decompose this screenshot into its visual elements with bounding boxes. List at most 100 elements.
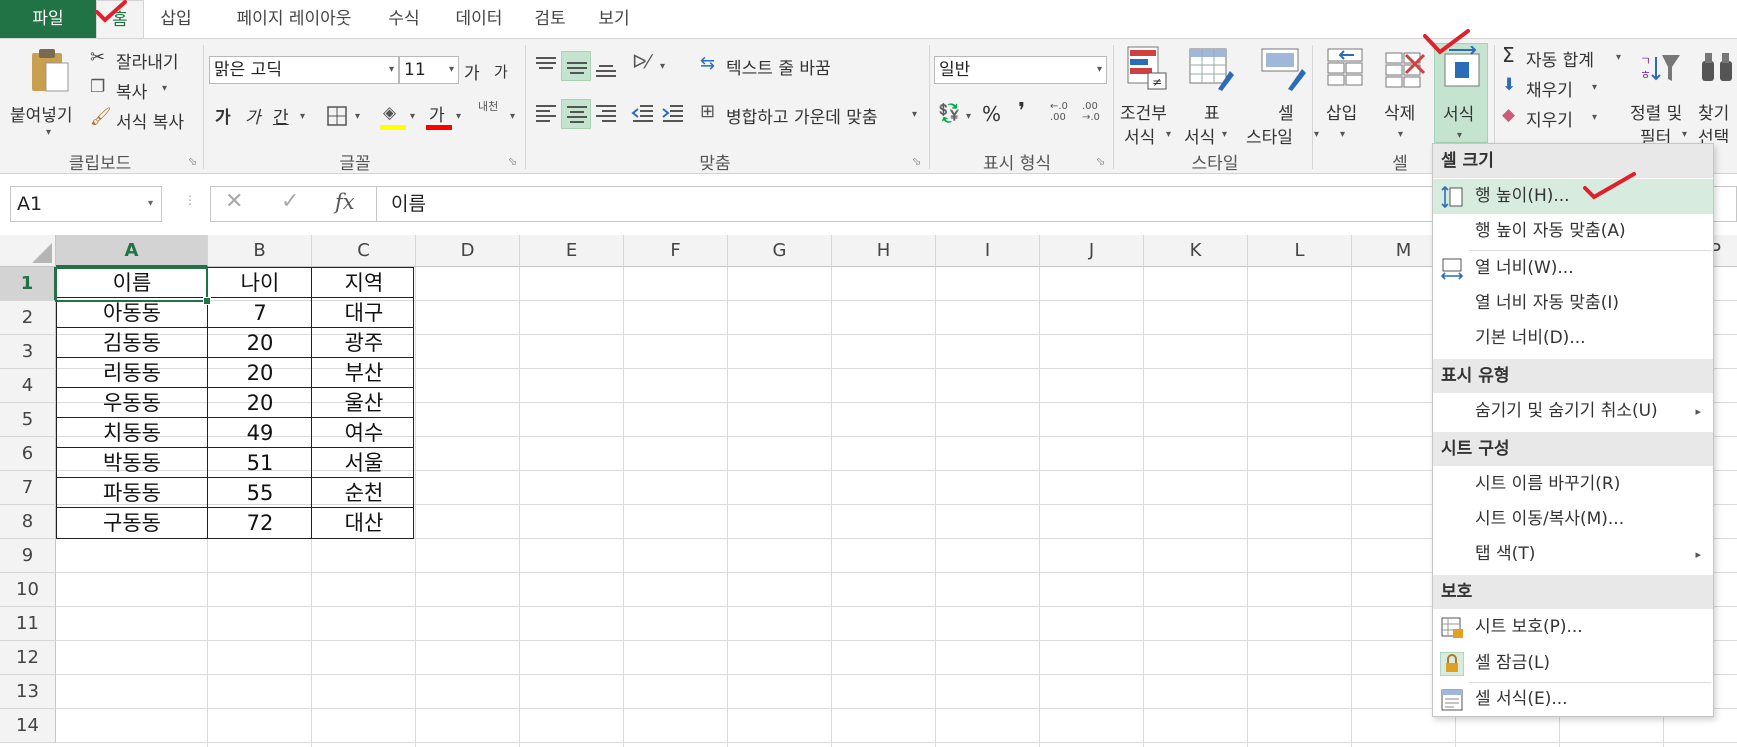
borders-dropdown-icon[interactable]: ▾ [355, 111, 360, 122]
font-name-combo[interactable]: 맑은 고딕 ▾ [209, 56, 399, 84]
menu-item-lock-cell[interactable]: 셀 잠금(L) [1433, 646, 1713, 681]
column-header-b[interactable]: B [208, 235, 312, 267]
enter-check-icon[interactable]: ✓ [281, 189, 299, 214]
format-painter-button[interactable]: 🖌 서식 복사 [90, 105, 200, 133]
tab-data[interactable]: 데이터 [444, 0, 514, 38]
align-top-icon[interactable] [533, 53, 559, 79]
menu-item-autofit-column-width[interactable]: 열 너비 자동 맞춤(I) [1433, 286, 1713, 321]
fill-button[interactable]: ⬇ 채우기 ▾ [1500, 73, 1610, 101]
row-header-11[interactable]: 11 [0, 607, 56, 641]
format-as-table-button[interactable]: 표 서식 ▾ [1182, 43, 1242, 148]
column-header-c[interactable]: C [312, 235, 416, 267]
cell-c2[interactable]: 대구 [312, 298, 416, 328]
conditional-format-button[interactable]: ≠ 조건부 서식 ▾ [1118, 43, 1178, 148]
clipboard-launcher-icon[interactable]: ⬂ [188, 155, 197, 168]
autosum-button[interactable]: Σ 자동 합계 ▾ [1500, 43, 1630, 71]
align-bottom-icon[interactable] [593, 53, 619, 79]
cell-c9[interactable]: 대산 [312, 508, 416, 538]
column-header-a[interactable]: A [56, 235, 208, 267]
column-header-l[interactable]: L [1248, 235, 1352, 267]
cell-c7[interactable]: 서울 [312, 448, 416, 478]
row-header-1[interactable]: 1 [0, 267, 56, 301]
tab-file[interactable]: 파일 [0, 0, 96, 38]
menu-item-move-copy-sheet[interactable]: 시트 이동/복사(M)... [1433, 502, 1713, 537]
row-header-5[interactable]: 5 [0, 403, 56, 437]
merge-dropdown-icon[interactable]: ▾ [912, 109, 917, 120]
cell-a6[interactable]: 치동동 [56, 418, 208, 448]
cell-b5[interactable]: 20 [208, 388, 312, 418]
cell-b1[interactable]: 나이 [208, 268, 312, 298]
column-header-k[interactable]: K [1144, 235, 1248, 267]
row-header-12[interactable]: 12 [0, 641, 56, 675]
tab-insert[interactable]: 삽입 [150, 0, 202, 38]
select-all-button[interactable] [0, 235, 56, 267]
align-right-icon[interactable] [593, 101, 619, 127]
cell-b2[interactable]: 7 [208, 298, 312, 328]
percent-style-button[interactable]: % [982, 102, 1001, 126]
font-size-combo[interactable]: 11 ▾ [399, 56, 459, 84]
font-color-dropdown-icon[interactable]: ▾ [456, 111, 461, 122]
accounting-dropdown-icon[interactable]: ▾ [966, 111, 971, 122]
cell-b8[interactable]: 55 [208, 478, 312, 508]
row-header-9[interactable]: 9 [0, 539, 56, 573]
fill-dropdown-icon[interactable]: ▾ [1592, 82, 1597, 93]
row-header-8[interactable]: 8 [0, 505, 56, 539]
decrease-decimal-button[interactable]: .00 →.0 [1082, 101, 1108, 123]
borders-icon[interactable] [326, 105, 348, 127]
font-color-button[interactable]: 가 [426, 101, 452, 131]
font-launcher-icon[interactable]: ⬂ [508, 155, 517, 168]
shrink-font-button[interactable]: 가 [494, 61, 508, 82]
menu-item-rename-sheet[interactable]: 시트 이름 바꾸기(R) [1433, 467, 1713, 502]
row-header-3[interactable]: 3 [0, 335, 56, 369]
copy-button[interactable]: ❐ 복사 ▾ [90, 75, 180, 103]
orientation-icon[interactable]: ᐅ⁄ [632, 51, 650, 73]
row-header-4[interactable]: 4 [0, 369, 56, 403]
cell-b4[interactable]: 20 [208, 358, 312, 388]
clear-button[interactable]: ◆ 지우기 ▾ [1500, 103, 1610, 131]
merge-center-button[interactable]: ⊞ 병합하고 가운데 맞춤 ▾ [700, 99, 922, 129]
column-header-d[interactable]: D [416, 235, 520, 267]
grow-font-button[interactable]: 가 [464, 59, 480, 84]
column-header-i[interactable]: I [936, 235, 1040, 267]
increase-indent-icon[interactable] [660, 101, 686, 127]
formula-bar-splitter[interactable]: ⋮ [184, 193, 196, 207]
row-header-14[interactable]: 14 [0, 709, 56, 743]
cell-c5[interactable]: 울산 [312, 388, 416, 418]
row-header-6[interactable]: 6 [0, 437, 56, 471]
column-header-j[interactable]: J [1040, 235, 1144, 267]
cell-b9[interactable]: 72 [208, 508, 312, 538]
decrease-indent-icon[interactable] [630, 101, 656, 127]
tab-review[interactable]: 검토 [524, 0, 576, 38]
bold-button[interactable]: 가 [215, 103, 231, 128]
delete-cells-button[interactable]: 삭제 ▾ [1376, 43, 1430, 143]
tab-page-layout[interactable]: 페이지 레이아웃 [214, 0, 374, 38]
autosum-dropdown-icon[interactable]: ▾ [1616, 52, 1621, 63]
increase-decimal-button[interactable]: ←.0.00 [1050, 101, 1076, 123]
row-header-2[interactable]: 2 [0, 301, 56, 335]
cell-c3[interactable]: 광주 [312, 328, 416, 358]
menu-item-column-width[interactable]: 열 너비(W)... [1433, 251, 1713, 286]
alignment-launcher-icon[interactable]: ⬂ [912, 155, 921, 168]
cell-b6[interactable]: 49 [208, 418, 312, 448]
menu-item-tab-color[interactable]: 탭 색(T) ▸ [1433, 537, 1713, 572]
italic-button[interactable]: 가 [245, 103, 261, 128]
column-header-g[interactable]: G [728, 235, 832, 267]
phonetic-dropdown-icon[interactable]: ▾ [510, 111, 515, 122]
number-launcher-icon[interactable]: ⬂ [1096, 155, 1105, 168]
clear-dropdown-icon[interactable]: ▾ [1592, 112, 1597, 123]
cell-a8[interactable]: 파동동 [56, 478, 208, 508]
comma-style-button[interactable]: ❜ [1018, 99, 1025, 124]
cell-styles-button[interactable]: 셀 스타일 ▾ [1242, 43, 1326, 148]
copy-dropdown-icon[interactable]: ▾ [162, 83, 167, 94]
fill-color-icon[interactable]: ◈ [380, 103, 406, 131]
orientation-dropdown-icon[interactable]: ▾ [660, 61, 665, 72]
align-center-icon[interactable] [561, 99, 591, 129]
menu-item-protect-sheet[interactable]: 시트 보호(P)... [1433, 610, 1713, 645]
number-format-combo[interactable]: 일반 ▾ [934, 56, 1107, 84]
underline-dropdown-icon[interactable]: ▾ [300, 111, 305, 122]
underline-button[interactable]: 간 [273, 103, 289, 128]
cell-a7[interactable]: 박동동 [56, 448, 208, 478]
cancel-icon[interactable]: ✕ [225, 189, 243, 214]
row-header-13[interactable]: 13 [0, 675, 56, 709]
find-select-button[interactable]: 찾기 선택 [1696, 43, 1737, 143]
